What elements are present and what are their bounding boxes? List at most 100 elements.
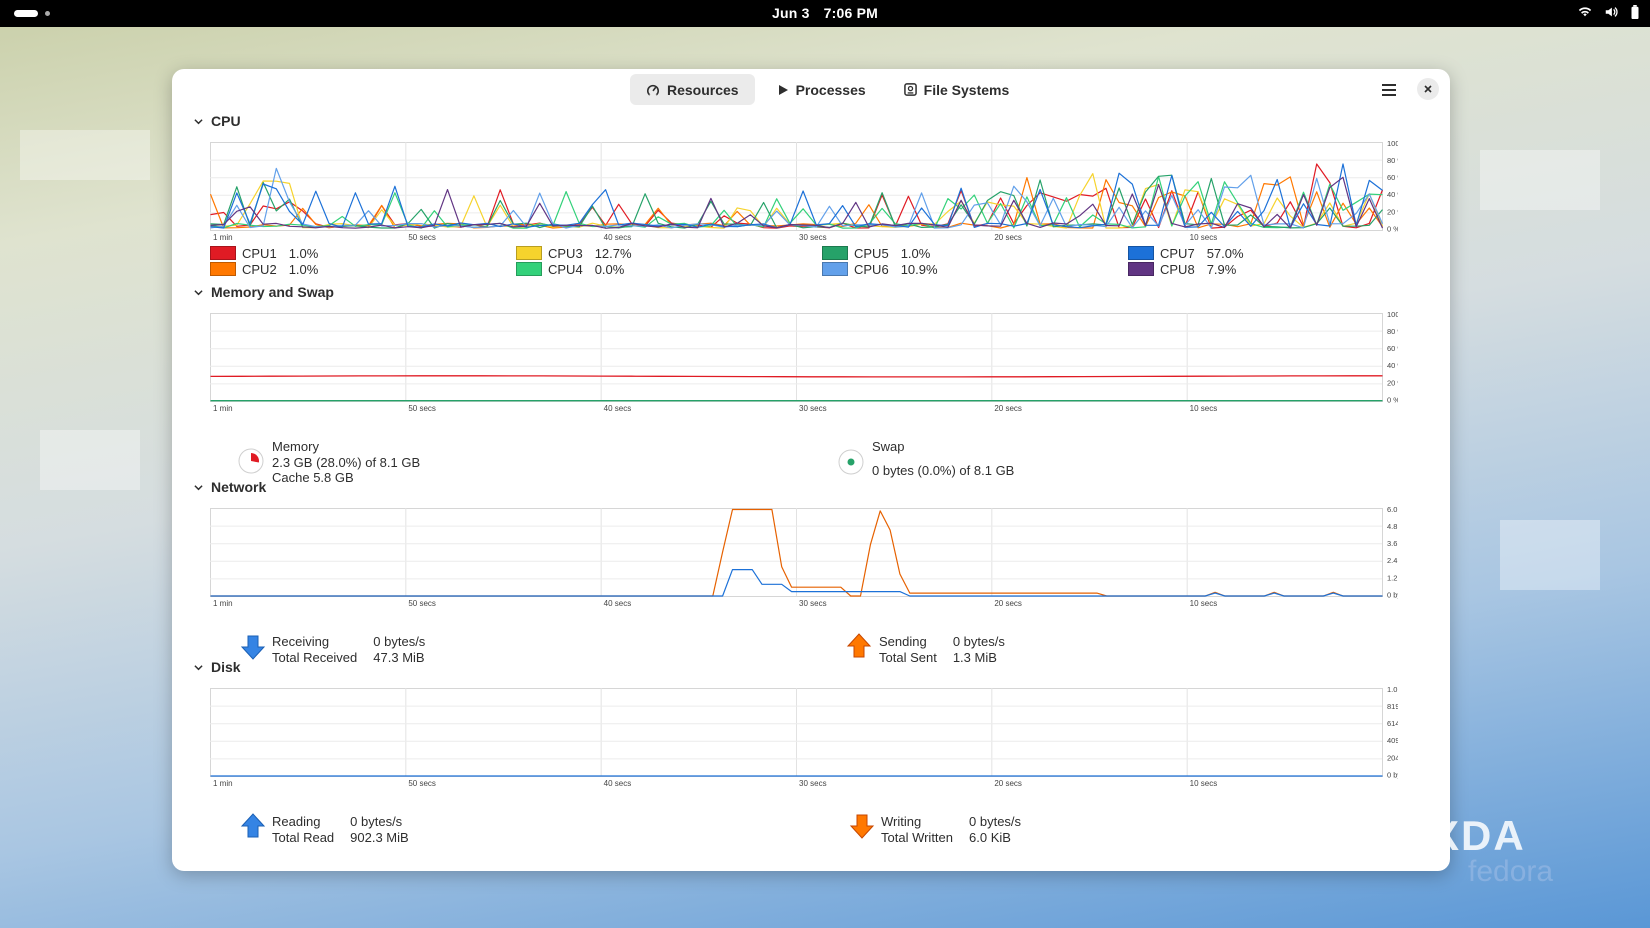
x-tick-label: 1 min [213, 599, 233, 608]
receiving-info: Receiving 0 bytes/s Total Received 47.3 … [272, 634, 425, 665]
memory-label: Memory [272, 439, 319, 454]
cpu-name: CPU1 [242, 245, 277, 261]
swap-usage: 0 bytes (0.0%) of 8.1 GB [872, 462, 1015, 478]
cpu-section-toggle[interactable]: CPU [194, 113, 241, 129]
x-tick-label: 30 secs [799, 404, 827, 413]
memory-cache: Cache 5.8 GB [272, 470, 354, 485]
cpu-legend-item[interactable]: CPU1 1.0% [210, 245, 319, 261]
y-tick-label: 60 % [1387, 173, 1398, 182]
disk-section-toggle[interactable]: Disk [194, 659, 241, 675]
cpu-legend-item[interactable]: CPU4 0.0% [516, 261, 632, 277]
x-tick-label: 50 secs [408, 599, 436, 608]
swap-pie-icon [838, 449, 864, 475]
total-written-label: Total Written [881, 829, 954, 845]
pie-slice [847, 458, 855, 466]
cpu-legend-item[interactable]: CPU8 7.9% [1128, 262, 1244, 277]
disk-icon [903, 83, 917, 96]
total-read-label: Total Read [272, 829, 335, 845]
writing-value: 0 bytes/s [969, 814, 1022, 829]
chevron-down-icon [194, 484, 203, 490]
hamburger-icon [1382, 84, 1396, 96]
clock[interactable]: Jun 3 7:06 PM [0, 5, 1650, 21]
y-tick-label: 4.8 KiB/s [1387, 522, 1398, 531]
cpu-value: 1.0% [288, 261, 319, 277]
y-tick-label: 409 bytes/ [1387, 736, 1398, 745]
clock-date: Jun 3 [772, 5, 810, 21]
cpu-legend-col-4: CPU7 57.0% CPU8 7.9% [1128, 246, 1244, 277]
cpu-legend-item[interactable]: CPU7 57.0% [1128, 246, 1244, 261]
cpu-legend-col-2: CPU3 12.7% CPU4 0.0% [516, 246, 632, 277]
sending-label: Sending [879, 634, 927, 649]
chevron-down-icon [194, 289, 203, 295]
chevron-down-icon [194, 664, 203, 670]
memory-history-chart: 1 min 50 secs 40 secs 30 secs 20 secs 10 secs… [210, 311, 1398, 413]
cpu4-swatch [516, 262, 542, 276]
x-tick-label: 30 secs [799, 779, 827, 788]
swap-label: Swap [872, 439, 905, 454]
y-tick-label: 0 % [1387, 224, 1398, 233]
reading-value: 0 bytes/s [350, 814, 403, 829]
x-tick-label: 30 secs [799, 599, 827, 608]
total-read-value: 902.3 MiB [350, 829, 409, 845]
total-received-value: 47.3 MiB [373, 649, 425, 665]
writing-label: Writing [881, 814, 922, 829]
arrow-up-icon [240, 813, 266, 838]
wallpaper-block [40, 430, 140, 490]
section-title-disk: Disk [211, 659, 241, 675]
cpu-legend-item[interactable]: CPU6 10.9% [822, 261, 938, 277]
y-tick-label: 6.0 KiB/s [1387, 506, 1398, 514]
cpu-value: 1.0% [288, 245, 319, 261]
section-title-memory: Memory and Swap [211, 284, 334, 300]
y-tick-label: 2.4 KiB/s [1387, 556, 1398, 565]
x-tick-label: 10 secs [1190, 779, 1218, 788]
memory-section-toggle[interactable]: Memory and Swap [194, 284, 334, 300]
x-tick-label: 20 secs [994, 233, 1022, 242]
cpu-name: CPU5 [854, 245, 889, 261]
x-tick-label: 1 min [213, 779, 233, 788]
cpu2-swatch [210, 262, 236, 276]
total-sent-label: Total Sent [879, 649, 937, 665]
fedora-watermark: fedora [1468, 855, 1554, 888]
tab-processes[interactable]: Processes [761, 74, 882, 105]
cpu-name: CPU2 [242, 261, 277, 277]
tab-label: Resources [667, 81, 739, 98]
battery-icon [1631, 5, 1639, 19]
cpu-legend-item[interactable]: CPU3 12.7% [516, 246, 632, 261]
tab-resources[interactable]: Resources [630, 74, 755, 105]
x-tick-label: 10 secs [1190, 233, 1218, 242]
close-button[interactable] [1417, 78, 1439, 100]
arrow-up-icon [846, 633, 872, 658]
wallpaper-block [1480, 150, 1600, 210]
x-tick-label: 20 secs [994, 779, 1022, 788]
cpu-value: 0.0% [594, 261, 625, 277]
system-tray[interactable] [1578, 5, 1640, 19]
x-tick-label: 50 secs [408, 779, 436, 788]
receiving-label: Receiving [272, 634, 330, 649]
wallpaper-block [20, 130, 150, 180]
y-tick-label: 204 bytes/ [1387, 753, 1398, 762]
cpu-value: 10.9% [900, 261, 938, 277]
y-tick-label: 3.6 KiB/s [1387, 539, 1398, 548]
disk-graph: 1 min 50 secs 40 secs 30 secs 20 secs 10 secs… [210, 686, 1398, 792]
gauge-icon [646, 84, 660, 97]
cpu-legend-item[interactable]: CPU5 1.0% [822, 245, 938, 261]
cpu-legend-item[interactable]: CPU2 1.0% [210, 261, 319, 277]
x-tick-label: 1 min [213, 404, 233, 413]
y-tick-label: 819 bytes/s [1387, 702, 1398, 711]
x-tick-label: 10 secs [1190, 404, 1218, 413]
close-icon [1424, 85, 1432, 93]
sending-value: 0 bytes/s [952, 634, 1005, 649]
tab-file-systems[interactable]: File Systems [888, 74, 1026, 105]
memory-graph: 1 min 50 secs 40 secs 30 secs 20 secs 10 secs… [210, 311, 1398, 417]
y-tick-label: 80 % [1387, 327, 1398, 336]
total-received-label: Total Received [272, 649, 358, 665]
y-tick-label: 100 % [1387, 140, 1398, 148]
main-menu-button[interactable] [1376, 77, 1402, 103]
network-section-toggle[interactable]: Network [194, 479, 266, 495]
system-monitor-window: Resources Processes File Systems CPU 1 m… [172, 69, 1450, 871]
view-switcher: Resources Processes File Systems [630, 74, 1025, 105]
x-tick-label: 10 secs [1190, 599, 1218, 608]
x-tick-label: 20 secs [994, 404, 1022, 413]
y-tick-label: 40 % [1387, 361, 1398, 370]
memory-pie-icon [238, 448, 264, 474]
